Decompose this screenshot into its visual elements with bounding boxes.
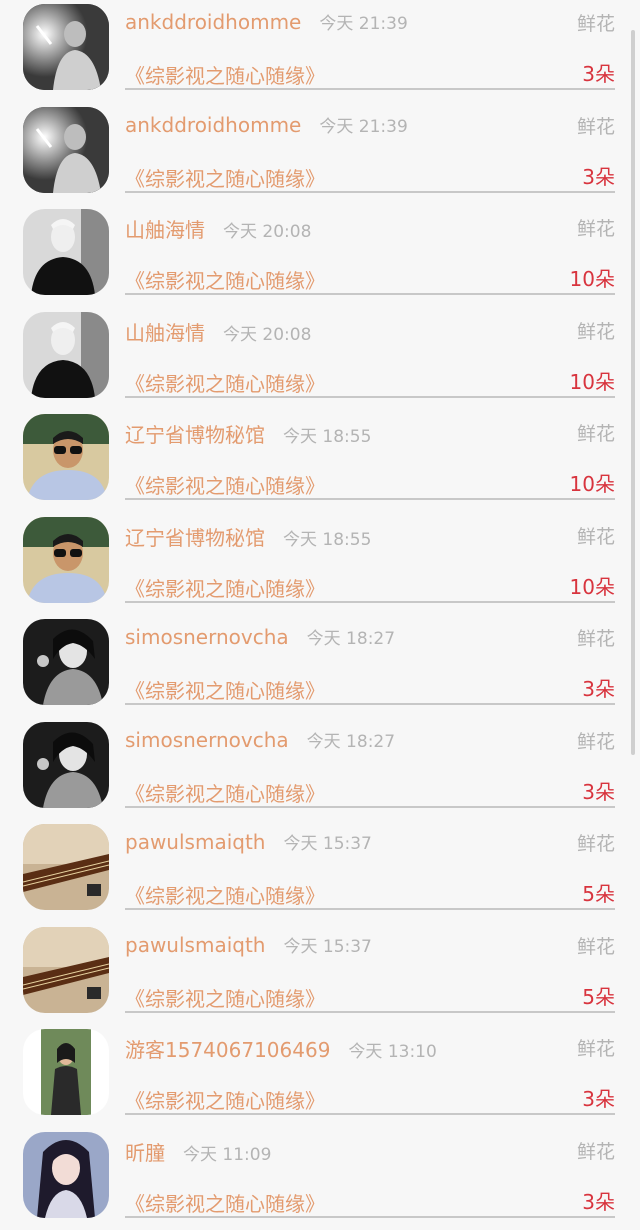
divider bbox=[125, 395, 615, 398]
username[interactable]: pawulsmaiqth 今天 15:37 bbox=[125, 932, 372, 957]
divider bbox=[125, 1215, 615, 1218]
timestamp: 今天 21:39 bbox=[319, 116, 408, 137]
list-item[interactable]: 山舳海情 今天 20:08 鲜花 《综影视之随心随缘》 10朵 bbox=[0, 308, 640, 410]
username[interactable]: ankddroidhomme 今天 21:39 bbox=[125, 112, 408, 137]
list-item[interactable]: simosnernovcha 今天 18:27 鲜花 《综影视之随心随缘》 3朵 bbox=[0, 718, 640, 820]
gift-type-label: 鲜花 bbox=[576, 1140, 615, 1163]
avatar[interactable] bbox=[23, 1131, 109, 1218]
avatar[interactable] bbox=[23, 106, 109, 193]
avatar[interactable] bbox=[23, 1029, 109, 1115]
gift-type-label: 鲜花 bbox=[576, 218, 615, 240]
list-item[interactable]: pawulsmaiqth 今天 15:37 鲜花 《综影视之随心随缘》 5朵 bbox=[0, 923, 640, 1025]
username[interactable]: ankddroidhomme 今天 21:39 bbox=[125, 9, 408, 34]
divider bbox=[125, 908, 615, 910]
book-title-link[interactable]: 《综影视之随心随缘》 bbox=[125, 1085, 325, 1114]
book-title-link[interactable]: 《综影视之随心随缘》 bbox=[125, 163, 325, 192]
divider bbox=[125, 805, 615, 808]
flower-count: 3朵 bbox=[582, 779, 615, 804]
gift-type-label: 鲜花 bbox=[576, 935, 615, 958]
scrollbar[interactable] bbox=[631, 30, 635, 755]
divider bbox=[125, 600, 615, 603]
avatar[interactable] bbox=[23, 209, 109, 295]
list-item[interactable]: simosnernovcha 今天 18:27 鲜花 《综影视之随心随缘》 3朵 bbox=[0, 615, 640, 717]
book-title-link[interactable]: 《综影视之随心随缘》 bbox=[125, 1188, 325, 1217]
timestamp: 今天 21:39 bbox=[319, 14, 408, 34]
divider bbox=[125, 293, 615, 295]
divider bbox=[125, 703, 615, 705]
flower-count: 5朵 bbox=[582, 882, 615, 906]
gift-type-label: 鲜花 bbox=[576, 320, 615, 343]
timestamp: 今天 20:08 bbox=[223, 324, 312, 345]
gift-type-label: 鲜花 bbox=[576, 1038, 615, 1060]
avatar[interactable] bbox=[23, 721, 109, 808]
divider bbox=[125, 1113, 615, 1115]
username[interactable]: 辽宁省博物秘馆 今天 18:55 bbox=[125, 522, 371, 551]
gift-type-label: 鲜花 bbox=[576, 525, 615, 548]
list-item[interactable]: 游客1574067106469 今天 13:10 鲜花 《综影视之随心随缘》 3朵 bbox=[0, 1025, 640, 1127]
gift-type-label: 鲜花 bbox=[576, 423, 615, 445]
avatar[interactable] bbox=[23, 311, 109, 398]
divider bbox=[125, 1010, 615, 1013]
list-item[interactable]: pawulsmaiqth 今天 15:37 鲜花 《综影视之随心随缘》 5朵 bbox=[0, 820, 640, 922]
list-item[interactable]: 昕朣 今天 11:09 鲜花 《综影视之随心随缘》 3朵 bbox=[0, 1128, 640, 1230]
timestamp: 今天 15:37 bbox=[283, 834, 372, 854]
avatar[interactable] bbox=[23, 824, 109, 910]
timestamp: 今天 13:10 bbox=[348, 1042, 437, 1062]
divider bbox=[125, 190, 615, 193]
divider bbox=[125, 88, 615, 90]
flower-count: 3朵 bbox=[582, 62, 615, 86]
book-title-link[interactable]: 《综影视之随心随缘》 bbox=[125, 983, 325, 1012]
gift-type-label: 鲜花 bbox=[576, 730, 615, 753]
timestamp: 今天 11:09 bbox=[183, 1144, 272, 1165]
timestamp: 今天 18:27 bbox=[306, 731, 396, 752]
flower-count: 3朵 bbox=[582, 164, 615, 189]
username[interactable]: 游客1574067106469 今天 13:10 bbox=[125, 1034, 437, 1063]
flower-count: 3朵 bbox=[582, 1189, 615, 1214]
book-title-link[interactable]: 《综影视之随心随缘》 bbox=[125, 880, 325, 909]
avatar[interactable] bbox=[23, 4, 109, 90]
gift-type-label: 鲜花 bbox=[576, 628, 615, 650]
book-title-link[interactable]: 《综影视之随心随缘》 bbox=[125, 368, 325, 397]
avatar[interactable] bbox=[23, 926, 109, 1013]
username[interactable]: simosnernovcha 今天 18:27 bbox=[125, 624, 395, 649]
flower-count: 5朵 bbox=[582, 984, 615, 1009]
gift-type-label: 鲜花 bbox=[576, 833, 615, 855]
book-title-link[interactable]: 《综影视之随心随缘》 bbox=[125, 265, 325, 294]
book-title-link[interactable]: 《综影视之随心随缘》 bbox=[125, 60, 325, 89]
flower-count: 3朵 bbox=[582, 677, 615, 701]
flower-count: 3朵 bbox=[582, 1087, 615, 1111]
book-title-link[interactable]: 《综影视之随心随缘》 bbox=[125, 675, 325, 704]
avatar[interactable] bbox=[23, 619, 109, 705]
book-title-link[interactable]: 《综影视之随心随缘》 bbox=[125, 778, 325, 807]
list-item[interactable]: 辽宁省博物秘馆 今天 18:55 鲜花 《综影视之随心随缘》 10朵 bbox=[0, 410, 640, 512]
avatar[interactable] bbox=[23, 414, 109, 500]
gift-type-label: 鲜花 bbox=[576, 13, 615, 35]
username[interactable]: pawulsmaiqth 今天 15:37 bbox=[125, 829, 372, 854]
flower-count: 10朵 bbox=[569, 369, 615, 394]
flower-count: 10朵 bbox=[569, 574, 615, 599]
timestamp: 今天 20:08 bbox=[223, 222, 312, 242]
flower-count: 10朵 bbox=[569, 267, 615, 291]
list-item[interactable]: ankddroidhomme 今天 21:39 鲜花 《综影视之随心随缘》 3朵 bbox=[0, 0, 640, 102]
timestamp: 今天 18:55 bbox=[283, 529, 372, 550]
flower-count: 10朵 bbox=[569, 472, 615, 496]
timestamp: 今天 18:27 bbox=[306, 629, 396, 649]
avatar[interactable] bbox=[23, 516, 109, 603]
list-item[interactable]: 山舳海情 今天 20:08 鲜花 《综影视之随心随缘》 10朵 bbox=[0, 205, 640, 307]
username[interactable]: 山舳海情 今天 20:08 bbox=[125, 317, 311, 346]
book-title-link[interactable]: 《综影视之随心随缘》 bbox=[125, 470, 325, 499]
timestamp: 今天 15:37 bbox=[283, 936, 372, 957]
username[interactable]: 山舳海情 今天 20:08 bbox=[125, 214, 311, 243]
list-item[interactable]: 辽宁省博物秘馆 今天 18:55 鲜花 《综影视之随心随缘》 10朵 bbox=[0, 513, 640, 615]
book-title-link[interactable]: 《综影视之随心随缘》 bbox=[125, 573, 325, 602]
divider bbox=[125, 498, 615, 500]
timestamp: 今天 18:55 bbox=[283, 427, 372, 447]
username[interactable]: 辽宁省博物秘馆 今天 18:55 bbox=[125, 419, 371, 448]
list-item[interactable]: ankddroidhomme 今天 21:39 鲜花 《综影视之随心随缘》 3朵 bbox=[0, 103, 640, 205]
username[interactable]: simosnernovcha 今天 18:27 bbox=[125, 727, 395, 752]
username[interactable]: 昕朣 今天 11:09 bbox=[125, 1137, 271, 1166]
gift-type-label: 鲜花 bbox=[576, 115, 615, 138]
